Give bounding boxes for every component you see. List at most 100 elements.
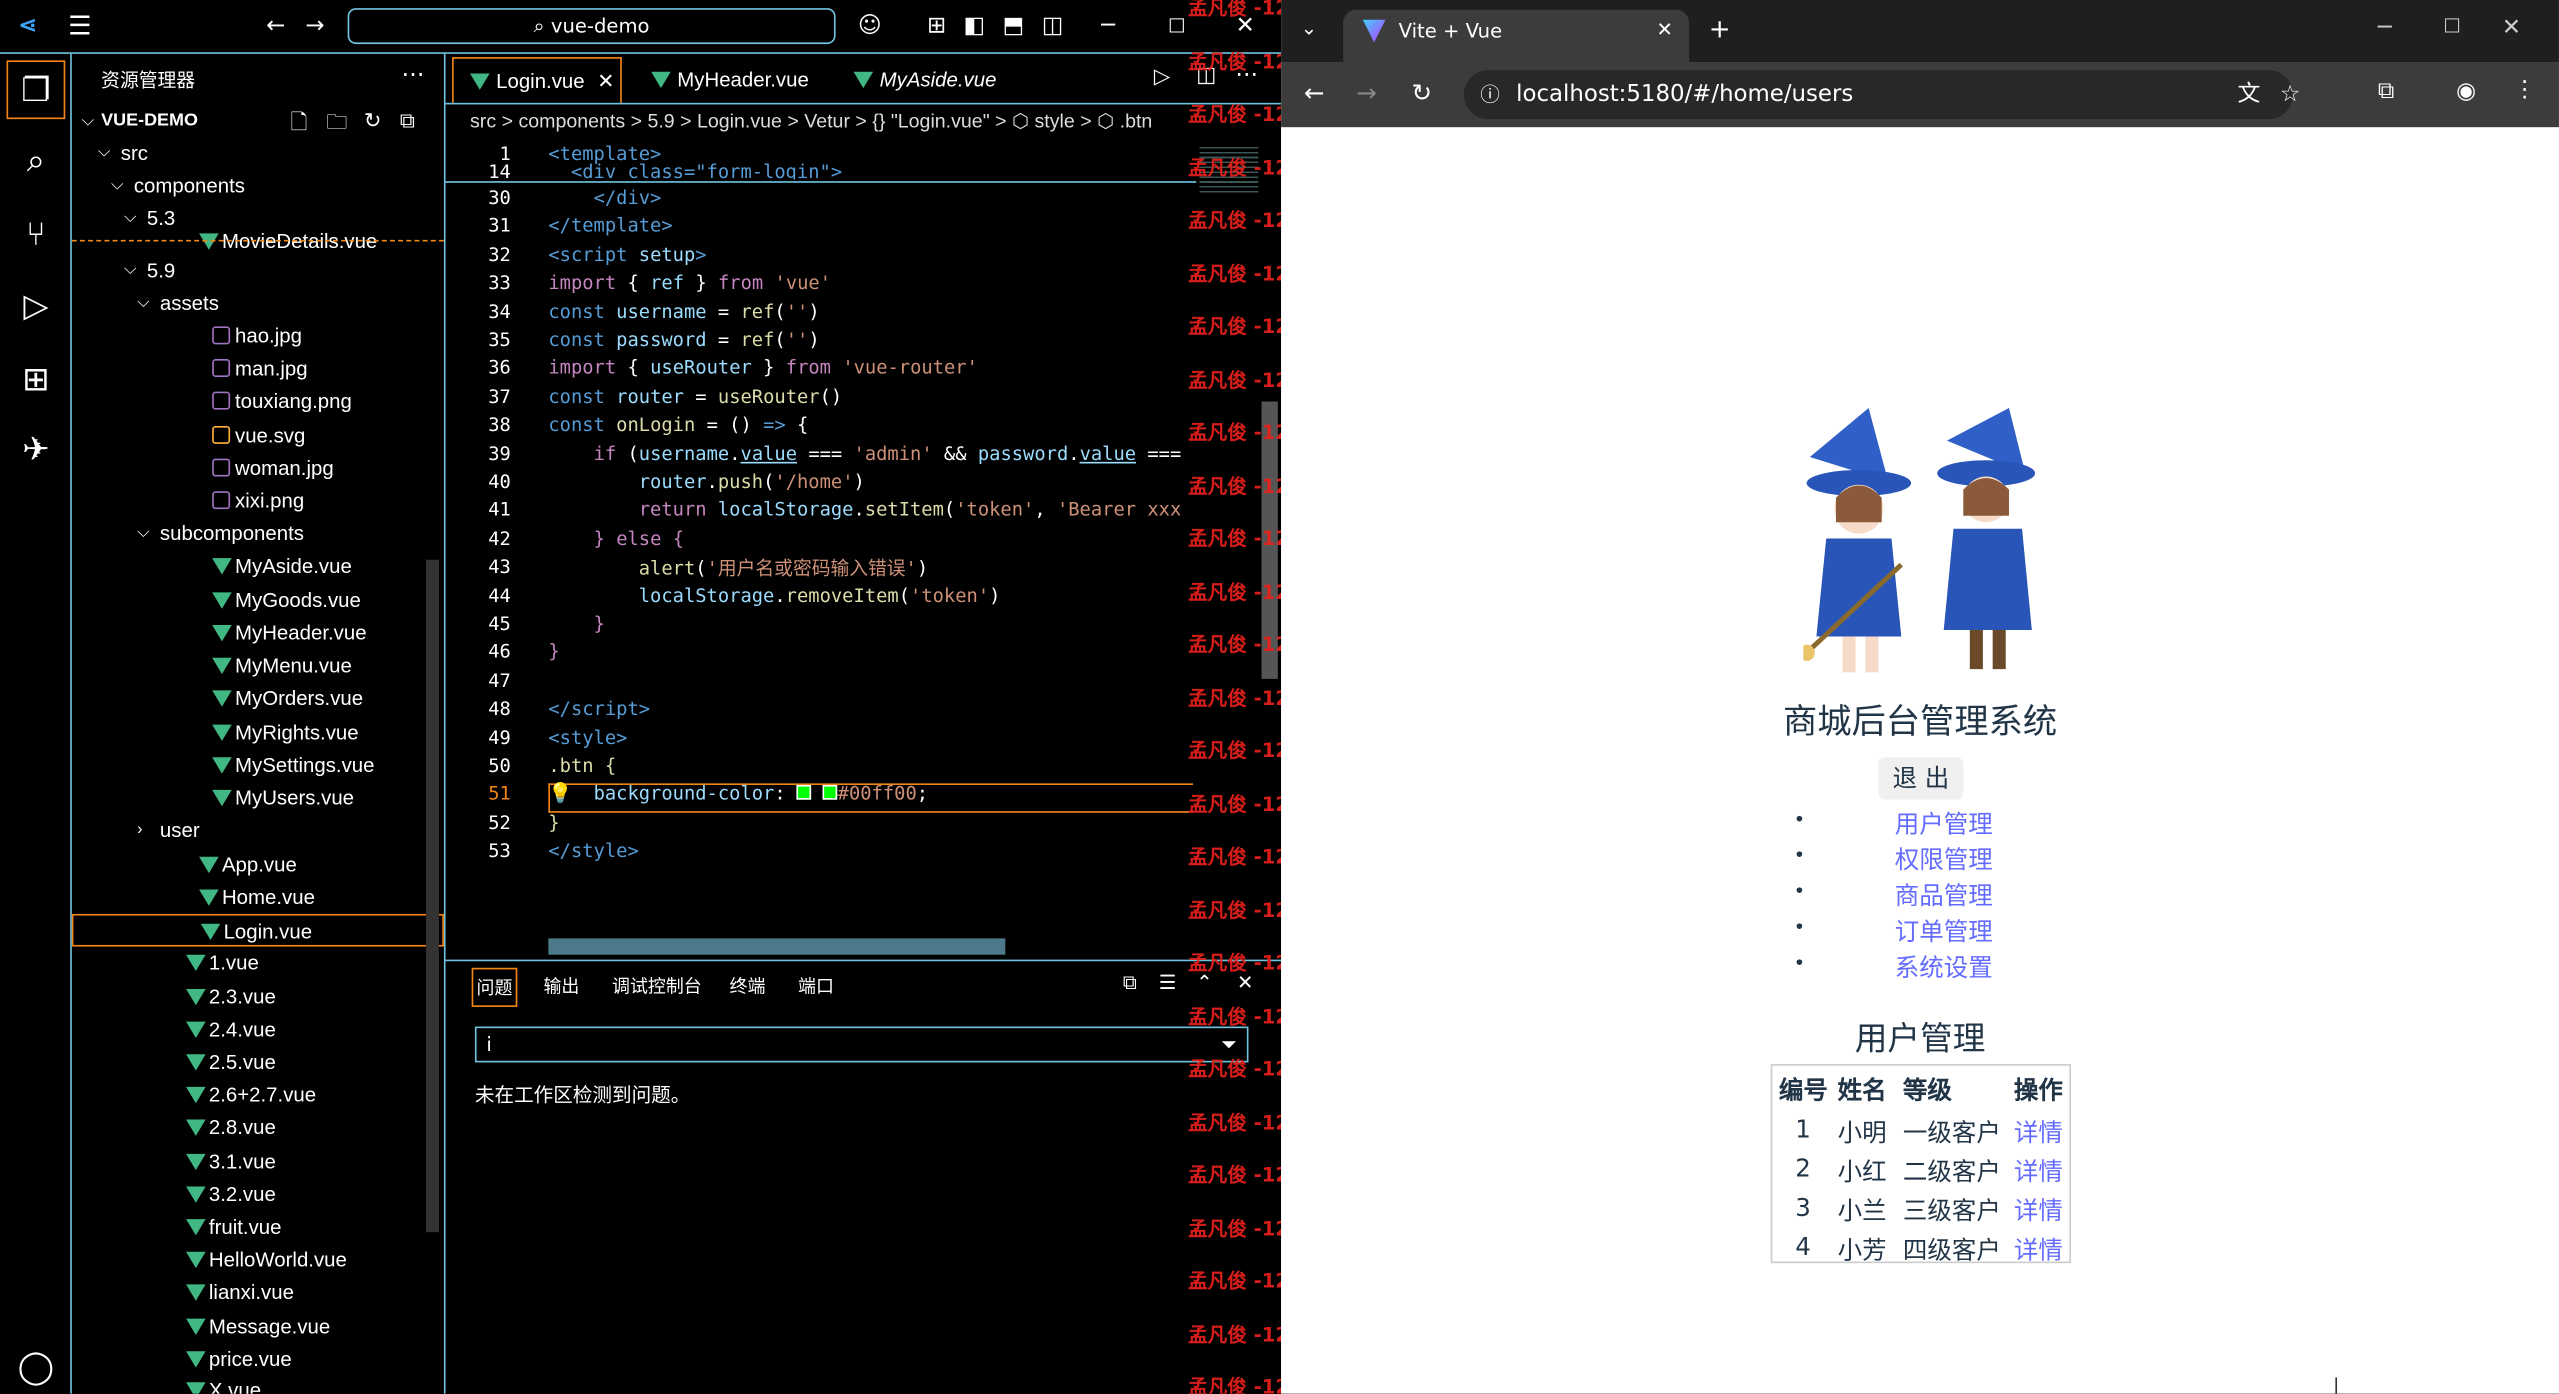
maximize-icon[interactable]: ☐ bbox=[1162, 13, 1191, 39]
account-icon[interactable]: ◯ bbox=[13, 1343, 59, 1389]
tree-item-user[interactable]: › user bbox=[72, 814, 444, 847]
editor-tab-myaside-vue[interactable]: MyAside.vue bbox=[837, 57, 1020, 103]
tree-item-2-5-vue[interactable]: 2.5.vue bbox=[72, 1046, 444, 1079]
refresh-icon[interactable]: ↻ bbox=[364, 108, 382, 134]
menu-link[interactable]: 权限管理 bbox=[1895, 842, 1993, 876]
panel-tab[interactable]: 问题 bbox=[471, 967, 518, 1007]
tree-item-x-vue[interactable]: X.vue bbox=[72, 1374, 444, 1394]
panel-tab[interactable]: 终端 bbox=[730, 968, 766, 1007]
details-link[interactable]: 详情 bbox=[2014, 1232, 2063, 1266]
tree-item-myheader-vue[interactable]: MyHeader.vue bbox=[72, 617, 444, 650]
tree-item-mysettings-vue[interactable]: MySettings.vue bbox=[72, 749, 444, 782]
tree-item-src[interactable]: ⌵ src bbox=[72, 137, 444, 170]
menu-link[interactable]: 用户管理 bbox=[1895, 806, 1993, 840]
details-link[interactable]: 详情 bbox=[2014, 1154, 2063, 1188]
sidebar-scrollbar[interactable] bbox=[425, 559, 440, 1233]
panel-tab[interactable]: 调试控制台 bbox=[612, 968, 702, 1007]
collapse-all-icon[interactable]: ⧉ bbox=[400, 108, 415, 134]
tree-item-myusers-vue[interactable]: MyUsers.vue bbox=[72, 782, 444, 815]
editor-tab-myheader-vue[interactable]: MyHeader.vue bbox=[635, 57, 818, 103]
address-bar[interactable]: ⓘ localhost:5180/#/home/users 文 ☆ bbox=[1463, 70, 2300, 120]
back-icon[interactable]: ← bbox=[1304, 78, 1325, 107]
copilot-icon[interactable]: ☺ bbox=[855, 13, 884, 39]
logout-button[interactable]: 退 出 bbox=[1878, 757, 1964, 800]
bookmark-star-icon[interactable]: ☆ bbox=[2280, 70, 2301, 119]
layout-customize-icon[interactable]: ⊞ bbox=[922, 13, 951, 39]
menu-icon[interactable]: ☰ bbox=[65, 12, 94, 39]
back-arrow-icon[interactable]: ← bbox=[261, 13, 290, 39]
tree-item-2-6-2-7-vue[interactable]: 2.6+2.7.vue bbox=[72, 1079, 444, 1112]
tree-item-5-9[interactable]: ⌵ 5.9 bbox=[72, 255, 444, 288]
new-tab-icon[interactable]: + bbox=[1709, 13, 1731, 44]
tree-item-login-vue[interactable]: Login.vue bbox=[71, 913, 444, 947]
lightbulb-icon[interactable]: 💡 bbox=[548, 782, 572, 805]
site-info-icon[interactable]: ⓘ bbox=[1480, 70, 1500, 119]
tree-item-mygoods-vue[interactable]: MyGoods.vue bbox=[72, 584, 444, 617]
tree-item-3-1-vue[interactable]: 3.1.vue bbox=[72, 1146, 444, 1179]
browser-menu-icon[interactable]: ⋮ bbox=[2513, 77, 2536, 103]
tree-item-lianxi-vue[interactable]: lianxi.vue bbox=[72, 1276, 444, 1309]
extensions-icon[interactable]: ⊞ bbox=[13, 356, 59, 402]
forward-icon[interactable]: → bbox=[1356, 78, 1377, 107]
view-as-list-icon[interactable]: ☰ bbox=[1159, 971, 1177, 994]
code-editor[interactable]: 1 <template> 14 <div class="form-login">… bbox=[445, 140, 1282, 956]
minimize-icon[interactable]: ─ bbox=[2378, 15, 2392, 41]
explorer-icon[interactable]: ❐ bbox=[13, 67, 59, 113]
toggle-panel-icon[interactable]: ⬒ bbox=[999, 13, 1028, 39]
tree-item-touxiang-png[interactable]: touxiang.png bbox=[72, 385, 444, 418]
details-link[interactable]: 详情 bbox=[2014, 1115, 2063, 1149]
maximize-panel-icon[interactable]: ⧉ bbox=[1123, 971, 1137, 995]
menu-link[interactable]: 商品管理 bbox=[1895, 878, 1993, 912]
close-window-icon[interactable]: ✕ bbox=[2502, 15, 2521, 41]
translate-icon[interactable]: 文 bbox=[2237, 70, 2260, 119]
tree-item-woman-jpg[interactable]: woman.jpg bbox=[72, 452, 444, 485]
source-control-icon[interactable]: ⑂ bbox=[13, 211, 59, 257]
tree-item-assets[interactable]: ⌵ assets bbox=[72, 287, 444, 320]
tree-item-myorders-vue[interactable]: MyOrders.vue bbox=[72, 682, 444, 715]
command-center[interactable]: ⌕ vue-demo bbox=[347, 8, 836, 45]
more-actions-icon[interactable]: ⋯ bbox=[401, 60, 424, 88]
run-debug-icon[interactable]: ▷ bbox=[13, 282, 59, 328]
toggle-secondary-sidebar-icon[interactable]: ◫ bbox=[1038, 13, 1067, 39]
minimize-icon[interactable]: ─ bbox=[1093, 13, 1122, 39]
tree-item-subcomponents[interactable]: ⌵ subcomponents bbox=[72, 517, 444, 550]
root-folder-header[interactable]: ⌵ VUE-DEMO 🗋 🗀 ↻ ⧉ bbox=[72, 106, 444, 139]
editor-tab-login-vue[interactable]: Login.vue ✕ bbox=[452, 57, 622, 103]
search-icon[interactable]: ⌕ bbox=[13, 137, 59, 183]
tree-item-myaside-vue[interactable]: MyAside.vue bbox=[72, 550, 444, 583]
tree-item-1-vue[interactable]: 1.vue bbox=[72, 947, 444, 980]
run-icon[interactable]: ▷ bbox=[1154, 65, 1170, 89]
breadcrumb[interactable]: src > components > 5.9 > Login.vue > Vet… bbox=[470, 106, 1253, 137]
tree-item-xixi-png[interactable]: xixi.png bbox=[72, 485, 444, 518]
tree-item-2-8-vue[interactable]: 2.8.vue bbox=[72, 1111, 444, 1144]
remote-explorer-icon[interactable]: ✈ bbox=[13, 426, 59, 472]
tab-search-icon[interactable]: ⌄ bbox=[1301, 16, 1317, 39]
tree-item-message-vue[interactable]: Message.vue bbox=[72, 1310, 444, 1343]
details-link[interactable]: 详情 bbox=[2014, 1193, 2063, 1227]
reload-icon[interactable]: ↻ bbox=[1412, 78, 1433, 107]
menu-link[interactable]: 系统设置 bbox=[1895, 950, 1993, 984]
tree-item-myrights-vue[interactable]: MyRights.vue bbox=[72, 716, 444, 749]
tree-item-mymenu-vue[interactable]: MyMenu.vue bbox=[72, 650, 444, 683]
tree-item-helloworld-vue[interactable]: HelloWorld.vue bbox=[72, 1244, 444, 1277]
tree-item-3-2-vue[interactable]: 3.2.vue bbox=[72, 1178, 444, 1211]
browser-tab[interactable]: Vite + Vue ✕ bbox=[1343, 9, 1690, 63]
tree-item-fruit-vue[interactable]: fruit.vue bbox=[72, 1211, 444, 1244]
panel-tab[interactable]: 端口 bbox=[798, 968, 834, 1007]
tree-item-home-vue[interactable]: Home.vue bbox=[72, 881, 444, 914]
tree-item-2-3-vue[interactable]: 2.3.vue bbox=[72, 981, 444, 1014]
tree-item-hao-jpg[interactable]: hao.jpg bbox=[72, 320, 444, 353]
panel-tab[interactable]: 输出 bbox=[543, 968, 579, 1007]
tree-item-price-vue[interactable]: price.vue bbox=[72, 1343, 444, 1376]
close-tab-icon[interactable]: ✕ bbox=[1656, 18, 1672, 41]
tree-item-man-jpg[interactable]: man.jpg bbox=[72, 353, 444, 386]
horizontal-scrollbar[interactable] bbox=[548, 938, 1006, 955]
toggle-sidebar-icon[interactable]: ◧ bbox=[960, 13, 989, 39]
menu-link[interactable]: 订单管理 bbox=[1895, 914, 1993, 948]
forward-arrow-icon[interactable]: → bbox=[300, 13, 329, 39]
tree-item-components[interactable]: ⌵ components bbox=[72, 170, 444, 203]
tree-item-2-4-vue[interactable]: 2.4.vue bbox=[72, 1013, 444, 1046]
profile-icon[interactable]: ◉ bbox=[2456, 78, 2476, 104]
close-tab-icon[interactable]: ✕ bbox=[597, 59, 614, 105]
maximize-icon[interactable]: ☐ bbox=[2443, 15, 2461, 38]
